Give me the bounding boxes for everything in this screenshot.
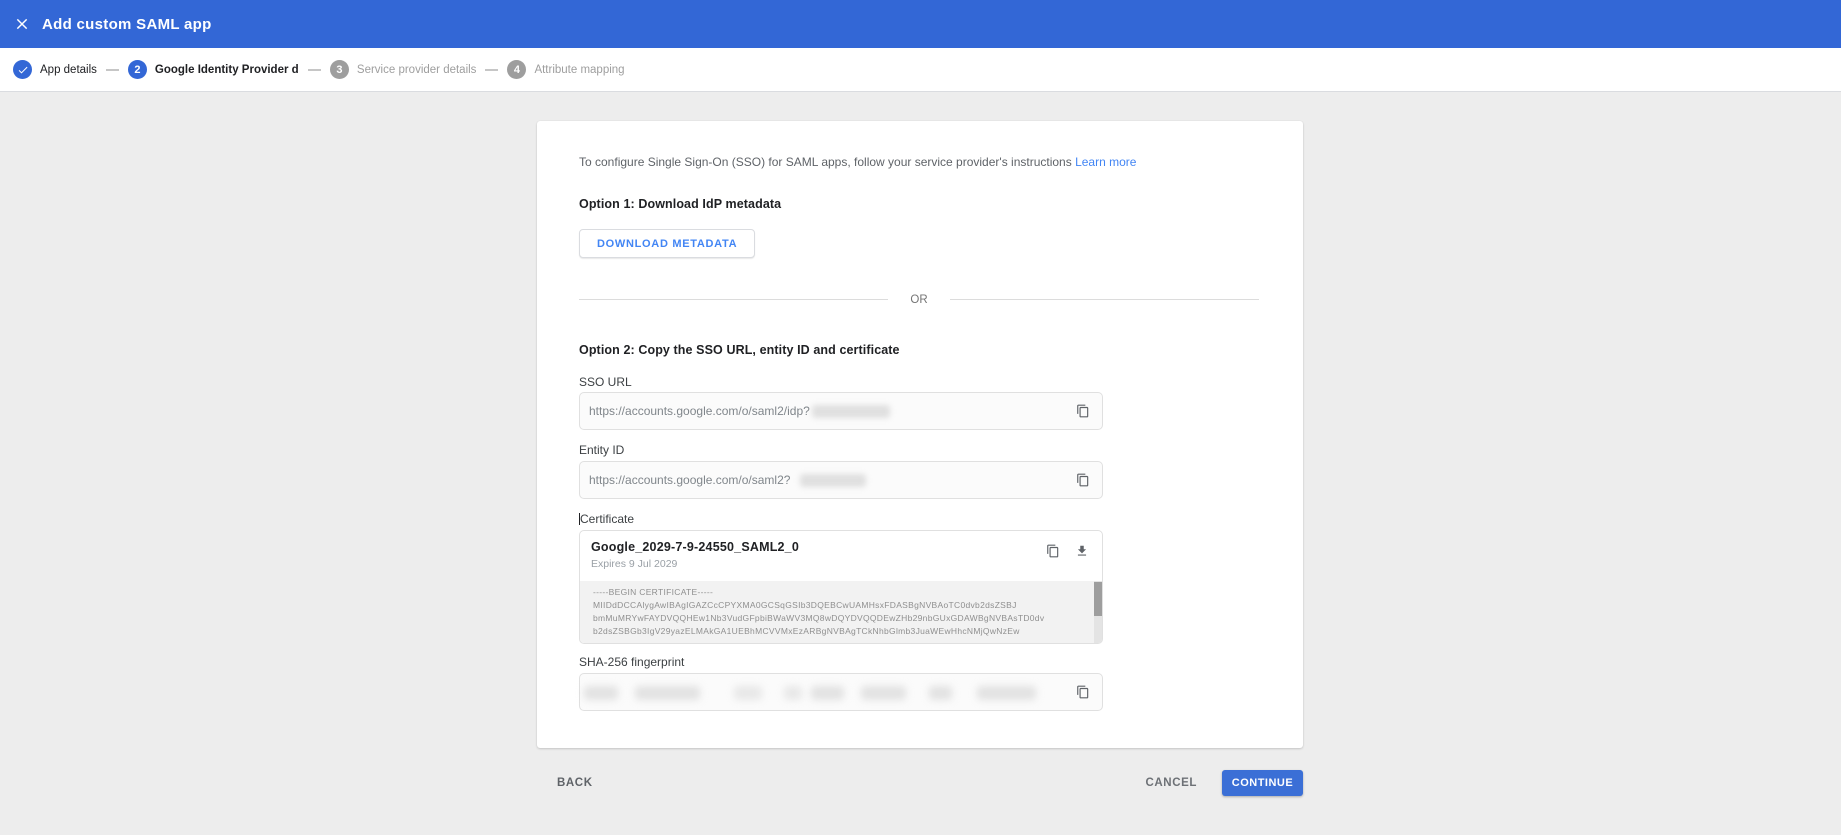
certificate-name: Google_2029-7-9-24550_SAML2_0 bbox=[591, 540, 799, 554]
step-app-details[interactable]: App details bbox=[13, 60, 97, 79]
redacted-blur bbox=[734, 686, 762, 700]
certificate-actions bbox=[1046, 544, 1089, 558]
step-number-circle: 2 bbox=[127, 60, 147, 79]
option2-heading: Option 2: Copy the SSO URL, entity ID an… bbox=[579, 343, 900, 357]
entity-id-value: https://accounts.google.com/o/saml2? bbox=[589, 473, 791, 487]
certificate-pem-text: -----BEGIN CERTIFICATE----- MIIDdDCCAlyg… bbox=[580, 581, 1102, 643]
step-label: Attribute mapping bbox=[534, 63, 625, 76]
pem-line: MIIDdDCCAlygAwIBAgIGAZCcCPYXMA0GCSqGSIb3… bbox=[593, 600, 1017, 610]
certificate-label: Certificate bbox=[579, 512, 634, 526]
step-connector bbox=[485, 68, 499, 71]
step-service-provider-details[interactable]: 3 Service provider details bbox=[329, 60, 477, 79]
option1-heading: Option 1: Download IdP metadata bbox=[579, 197, 782, 211]
download-icon[interactable] bbox=[1075, 544, 1089, 558]
certificate-box: Google_2029-7-9-24550_SAML2_0 Expires 9 … bbox=[579, 530, 1103, 644]
redacted-blur bbox=[635, 686, 700, 700]
divider-line bbox=[949, 299, 1259, 300]
wizard-stepper: App details 2 Google Identity Provider d… bbox=[0, 48, 1841, 92]
copy-icon[interactable] bbox=[1076, 685, 1090, 699]
redacted-blur bbox=[861, 686, 906, 700]
entity-id-field: https://accounts.google.com/o/saml2? bbox=[579, 461, 1103, 499]
redacted-blur bbox=[977, 686, 1036, 700]
continue-button[interactable]: CONTINUE bbox=[1222, 770, 1303, 796]
cancel-button[interactable]: CANCEL bbox=[1145, 777, 1197, 789]
step-label: Service provider details bbox=[356, 63, 477, 76]
certificate-header: Google_2029-7-9-24550_SAML2_0 Expires 9 … bbox=[580, 531, 1102, 581]
check-icon bbox=[17, 64, 29, 76]
sso-url-field: https://accounts.google.com/o/saml2/idp? bbox=[579, 392, 1103, 430]
or-label: OR bbox=[910, 293, 928, 306]
intro-text-body: To configure Single Sign-On (SSO) for SA… bbox=[579, 155, 1076, 169]
pem-line: bmMuMRYwFAYDVQQHEw1Nb3VudGFpbiBWaWV3MQ8w… bbox=[593, 613, 1045, 623]
copy-icon[interactable] bbox=[1046, 544, 1060, 558]
sha256-field bbox=[579, 673, 1103, 711]
or-divider: OR bbox=[579, 292, 1259, 307]
pem-line: b2dsZSBGb3IgV29yazELMAkGA1UEBhMCVVMxEzAR… bbox=[593, 626, 1020, 636]
app-bar: Add custom SAML app bbox=[0, 0, 1841, 48]
step-number-circle: 4 bbox=[507, 60, 527, 79]
step-label: Google Identity Provider details bbox=[154, 63, 299, 76]
step-attribute-mapping[interactable]: 4 Attribute mapping bbox=[507, 60, 625, 79]
redacted-blur bbox=[929, 686, 952, 700]
download-metadata-button[interactable]: DOWNLOAD METADATA bbox=[579, 229, 756, 258]
close-button[interactable] bbox=[10, 12, 34, 36]
dialog-title: Add custom SAML app bbox=[42, 15, 212, 33]
pem-line: -----BEGIN CERTIFICATE----- bbox=[593, 587, 714, 597]
redacted-blur bbox=[800, 473, 867, 487]
scrollbar-thumb[interactable] bbox=[1094, 582, 1102, 616]
step-connector bbox=[307, 68, 321, 71]
idp-details-card: To configure Single Sign-On (SSO) for SA… bbox=[537, 121, 1303, 748]
step-completed-circle bbox=[13, 60, 32, 79]
footer-right-actions: CANCEL CONTINUE bbox=[1145, 770, 1303, 796]
back-button[interactable]: BACK bbox=[557, 777, 593, 789]
redacted-blur bbox=[811, 686, 844, 700]
divider-line bbox=[579, 299, 889, 300]
sha256-label: SHA-256 fingerprint bbox=[579, 655, 685, 669]
redacted-blur bbox=[584, 686, 618, 700]
step-label: App details bbox=[40, 63, 97, 76]
footer-actions: BACK CANCEL CONTINUE bbox=[537, 763, 1303, 803]
close-icon bbox=[14, 16, 30, 32]
copy-icon[interactable] bbox=[1076, 404, 1090, 418]
copy-icon[interactable] bbox=[1076, 473, 1090, 487]
sso-url-value: https://accounts.google.com/o/saml2/idp? bbox=[589, 404, 810, 418]
entity-id-label: Entity ID bbox=[579, 443, 625, 457]
redacted-blur bbox=[811, 404, 890, 418]
step-connector bbox=[105, 68, 119, 71]
intro-text: To configure Single Sign-On (SSO) for SA… bbox=[579, 155, 1136, 169]
certificate-expiry: Expires 9 Jul 2029 bbox=[591, 558, 678, 570]
sso-url-label: SSO URL bbox=[579, 375, 632, 389]
certificate-label-text: Certificate bbox=[580, 512, 635, 526]
learn-more-link[interactable]: Learn more bbox=[1075, 155, 1136, 169]
scrollbar-track[interactable] bbox=[1094, 581, 1102, 643]
step-google-idp-details[interactable]: 2 Google Identity Provider details bbox=[127, 60, 299, 79]
step-number-circle: 3 bbox=[329, 60, 349, 79]
redacted-blur bbox=[784, 686, 802, 700]
